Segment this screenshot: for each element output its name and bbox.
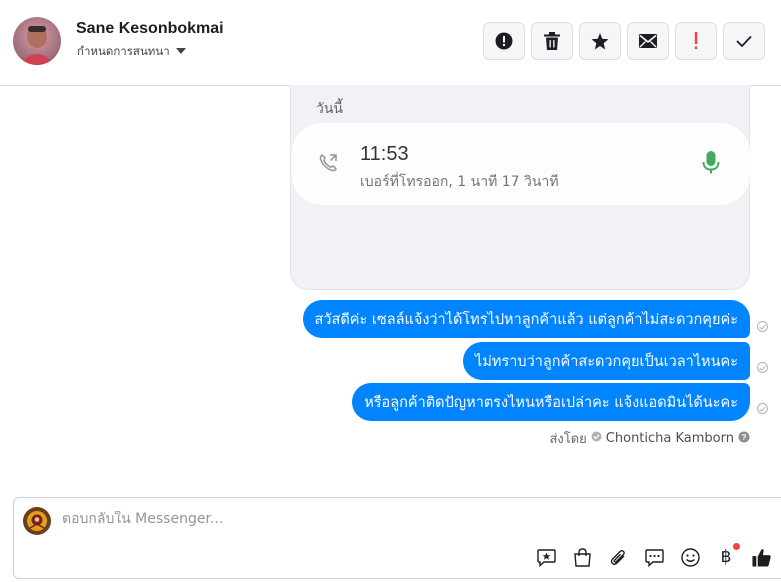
call-log-card: วันนี้ 11:53 เบอร์ที่โทรออก, 1 นาที 17 ว…	[290, 85, 750, 290]
messenger-conversation: Sane Kesonbokmai กำหนดการสนทนา วันนี้ 11…	[0, 0, 781, 582]
emoji-icon[interactable]	[680, 547, 700, 567]
reply-input[interactable]	[62, 511, 662, 527]
caret-down-icon	[175, 46, 186, 58]
mark-important-button[interactable]	[675, 22, 717, 60]
call-time: 11:53	[360, 143, 409, 165]
envelope-icon	[639, 34, 657, 48]
conversation-actions	[483, 22, 765, 60]
assign-label: กำหนดการสนทนา	[77, 46, 170, 58]
contact-avatar[interactable]	[13, 17, 61, 65]
payment-icon[interactable]: ฿	[716, 543, 740, 567]
message-thread[interactable]: วันนี้ 11:53 เบอร์ที่โทรออก, 1 นาที 17 ว…	[0, 85, 781, 487]
like-icon[interactable]	[752, 547, 772, 567]
checkmark-icon	[736, 35, 752, 47]
outgoing-call-icon	[318, 153, 338, 178]
svg-text:?: ?	[741, 432, 746, 442]
saved-replies-icon[interactable]	[536, 547, 556, 567]
report-spam-button[interactable]	[483, 22, 525, 60]
call-entry[interactable]: 11:53 เบอร์ที่โทรออก, 1 นาที 17 วินาที	[292, 123, 750, 205]
delete-button[interactable]	[531, 22, 573, 60]
message-bubble[interactable]: ไม่ทราบว่าลูกค้าสะดวกคุยเป็นเวลาไหนคะ	[463, 342, 750, 380]
message-bubble[interactable]: หรือลูกค้าติดปัญหาตรงไหนหรือเปล่าคะ แจ้ง…	[352, 383, 750, 421]
chat-bubbles-icon[interactable]	[644, 547, 664, 567]
exclamation-circle-icon	[495, 32, 513, 50]
call-date-label: วันนี้	[316, 101, 344, 117]
notification-dot	[733, 543, 740, 550]
page-avatar	[23, 507, 51, 535]
attachment-icon[interactable]	[608, 547, 628, 567]
call-description: เบอร์ที่โทรออก, 1 นาที 17 วินาที	[360, 174, 559, 190]
trash-icon	[544, 32, 560, 50]
seen-check-icon	[757, 362, 768, 373]
sent-by-line: ส่งโดย Chonticha Kamborn ?	[549, 428, 750, 449]
help-icon[interactable]: ?	[738, 431, 750, 447]
sent-by-agent[interactable]: Chonticha Kamborn	[606, 431, 734, 446]
message-bubble[interactable]: สวัสดีค่ะ เซลล์แจ้งว่าได้โทรไปหาลูกค้าแล…	[302, 300, 750, 338]
star-button[interactable]	[579, 22, 621, 60]
conversation-header: Sane Kesonbokmai กำหนดการสนทนา	[0, 0, 781, 86]
star-icon	[591, 32, 609, 50]
verified-icon	[591, 431, 602, 446]
sent-by-label: ส่งโดย	[549, 432, 587, 447]
shop-bag-icon[interactable]	[572, 547, 592, 567]
exclamation-icon	[693, 32, 699, 50]
contact-name[interactable]: Sane Kesonbokmai	[76, 20, 224, 38]
microphone-icon[interactable]	[702, 151, 720, 180]
mark-done-button[interactable]	[723, 22, 765, 60]
seen-check-icon	[757, 403, 768, 414]
assign-conversation-dropdown[interactable]: กำหนดการสนทนา	[77, 43, 186, 61]
seen-check-icon	[757, 321, 768, 332]
reply-composer: ฿	[13, 497, 781, 579]
mark-unread-button[interactable]	[627, 22, 669, 60]
composer-tools: ฿	[536, 543, 772, 567]
